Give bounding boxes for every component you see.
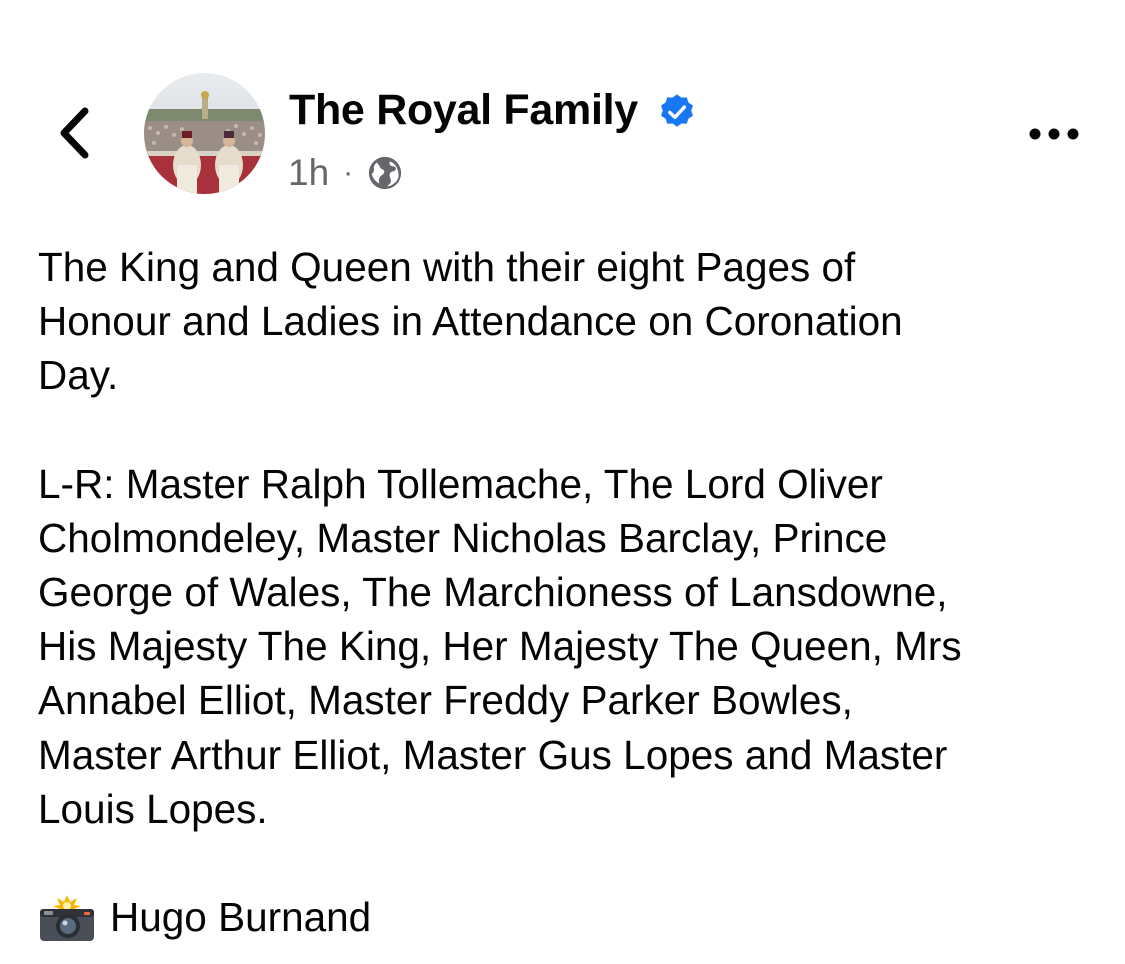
post-paragraph: L-R: Master Ralph Tollemache, The Lord O… bbox=[38, 460, 962, 832]
globe-icon[interactable] bbox=[366, 154, 404, 192]
back-button[interactable] bbox=[44, 100, 104, 166]
avatar[interactable] bbox=[144, 73, 265, 194]
post-meta: 1h · bbox=[288, 150, 404, 196]
meta-separator: · bbox=[343, 156, 354, 189]
chevron-left-icon bbox=[60, 107, 89, 159]
post-text: The King and Queen with their eight Page… bbox=[38, 240, 1098, 944]
camera-flash-icon bbox=[40, 895, 94, 942]
post-time[interactable]: 1h bbox=[288, 152, 329, 194]
more-horizontal-icon bbox=[1029, 128, 1079, 140]
photo-credit: Hugo Burnand bbox=[38, 890, 1098, 944]
post-paragraph: The King and Queen with their eight Page… bbox=[38, 244, 903, 399]
profile-photo bbox=[144, 73, 265, 194]
author-name[interactable]: The Royal Family bbox=[289, 86, 638, 135]
photo-credit-name: Hugo Burnand bbox=[110, 894, 372, 941]
more-options-button[interactable] bbox=[1024, 112, 1084, 156]
verified-badge-icon bbox=[661, 94, 693, 127]
